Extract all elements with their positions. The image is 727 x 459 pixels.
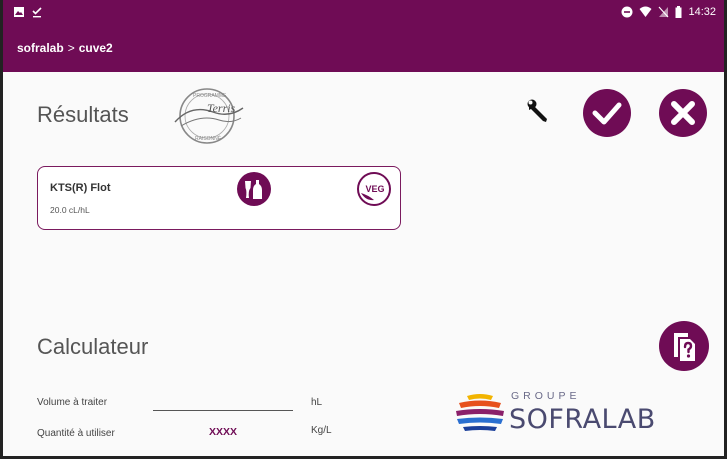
check-circle-icon xyxy=(583,89,631,137)
brand-groupe: GROUPE xyxy=(511,390,581,402)
help-document-icon xyxy=(659,321,709,371)
sofralab-logo: GROUPE SOFRALAB xyxy=(453,388,713,440)
calculator-title: Calculateur xyxy=(37,334,149,359)
battery-icon xyxy=(675,6,682,18)
vegan-badge-text: VEG xyxy=(365,184,384,194)
settings-button[interactable] xyxy=(525,96,553,126)
status-bar: 14:32 xyxy=(3,0,724,24)
product-card[interactable]: KTS(R) Flot 20.0 cL/hL VEG xyxy=(37,166,401,230)
volume-input[interactable] xyxy=(153,395,293,411)
image-notification-icon xyxy=(14,7,24,17)
breadcrumb-current: cuve2 xyxy=(78,41,113,55)
help-button[interactable] xyxy=(658,320,710,372)
terris-logo: PROGRAMME RAISONNÉ Terris xyxy=(174,88,244,144)
volume-label: Volume à traiter xyxy=(37,397,108,408)
svg-text:Terris: Terris xyxy=(207,101,236,115)
close-circle-icon xyxy=(659,89,707,137)
confirm-button[interactable] xyxy=(582,88,632,138)
app-screen: 14:32 sofralab > cuve2 Résultats PROGRAM… xyxy=(0,0,727,459)
brand-name: SOFRALAB xyxy=(509,404,656,435)
wrench-icon xyxy=(527,99,547,122)
product-name: KTS(R) Flot xyxy=(50,182,111,194)
quantity-label: Quantité à utiliser xyxy=(37,428,115,439)
task-done-icon xyxy=(32,7,42,18)
wifi-icon xyxy=(639,6,652,17)
glass-bottle-icon xyxy=(237,172,271,206)
breadcrumb-root[interactable]: sofralab xyxy=(17,41,64,55)
do-not-disturb-icon xyxy=(621,6,633,18)
sofralab-stripes-icon xyxy=(456,394,504,431)
vegan-icon: VEG xyxy=(357,172,391,206)
cancel-button[interactable] xyxy=(658,88,708,138)
status-time: 14:32 xyxy=(688,6,716,18)
volume-unit: hL xyxy=(311,397,323,408)
quantity-value: XXXX xyxy=(209,426,238,438)
product-dose: 20.0 cL/hL xyxy=(50,205,90,215)
breadcrumb-separator: > xyxy=(67,41,75,55)
no-sim-icon xyxy=(659,6,669,18)
app-bar: sofralab > cuve2 xyxy=(3,24,724,72)
svg-text:PROGRAMME: PROGRAMME xyxy=(193,93,227,99)
results-title: Résultats xyxy=(37,102,129,127)
quantity-unit: Kg/L xyxy=(311,425,332,436)
svg-text:RAISONNÉ: RAISONNÉ xyxy=(195,135,222,142)
